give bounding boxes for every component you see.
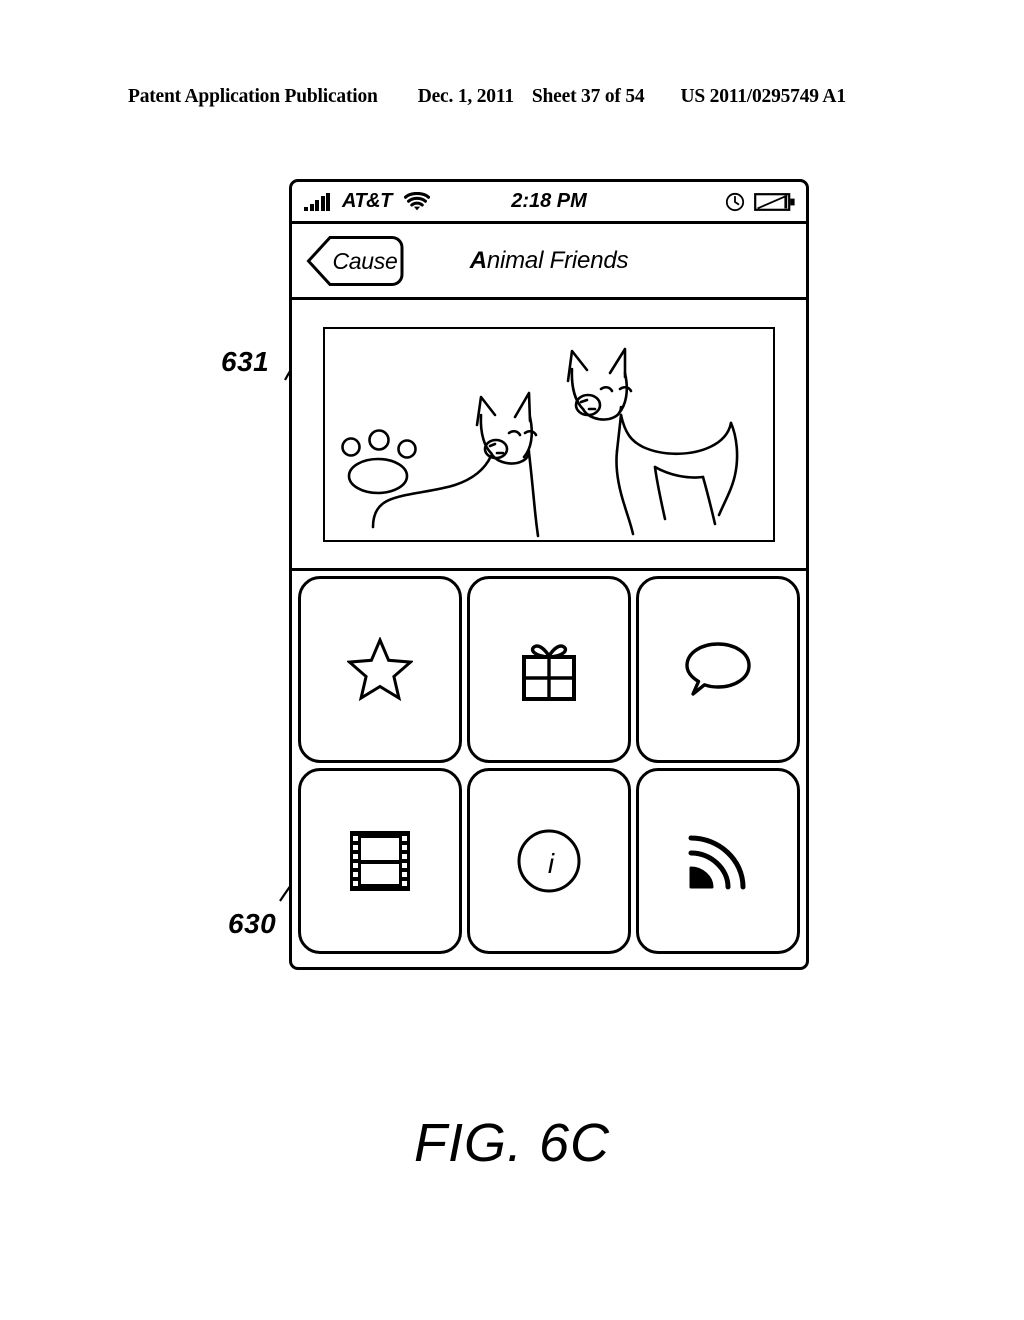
publication-date: Dec. 1, 2011	[417, 86, 514, 107]
gift-icon	[518, 636, 580, 702]
navigation-bar: Cause Animal Friends	[292, 224, 806, 300]
sheet-number: Sheet 37 of 54	[531, 86, 645, 107]
phone-device-frame: AT&T 2:18 PM Cause A nimal Friends i	[289, 179, 809, 970]
status-bar-time: 2:18 PM	[511, 190, 587, 212]
publication-label: Patent Application Publication	[128, 86, 378, 107]
page-title-rest: nimal Friends	[486, 246, 629, 274]
patent-number: US 2011/0295749 A1	[680, 86, 846, 107]
paw-pad	[347, 457, 409, 494]
tile-comments[interactable]	[636, 576, 800, 763]
tile-gifts[interactable]	[467, 576, 631, 763]
tile-favorites[interactable]	[298, 576, 462, 763]
film-strip-icon	[348, 829, 412, 893]
page-title-initial: A	[469, 246, 487, 274]
star-icon	[347, 637, 413, 702]
speech-bubble-icon	[683, 640, 753, 698]
tile-info[interactable]: i	[467, 767, 631, 954]
icon-grid: i	[292, 571, 806, 961]
publication-header: Patent Application Publication Dec. 1, 2…	[128, 86, 896, 108]
status-bar: AT&T 2:18 PM	[292, 182, 806, 224]
rss-feed-icon	[685, 830, 751, 892]
tile-feed[interactable]	[636, 767, 800, 954]
hero-image-panel	[292, 300, 806, 571]
info-circle-icon: i	[516, 828, 582, 894]
tile-photos[interactable]	[298, 767, 462, 954]
figure-caption: FIG. 6C	[413, 1113, 611, 1173]
reference-numeral-630: 630	[228, 908, 277, 939]
svg-text:i: i	[548, 848, 555, 879]
reference-numeral-631: 631	[221, 346, 270, 377]
animal-photo[interactable]	[323, 326, 775, 542]
page-title: Animal Friends	[292, 224, 806, 297]
